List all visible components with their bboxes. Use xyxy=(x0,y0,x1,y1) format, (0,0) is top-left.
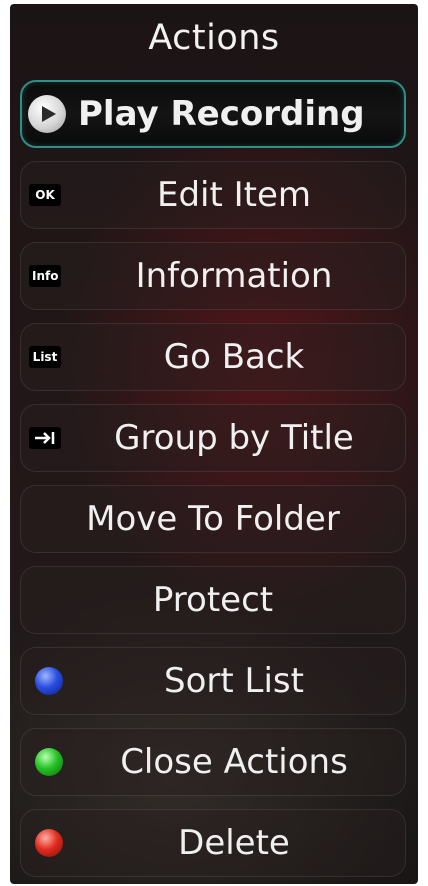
delete-button[interactable]: Delete xyxy=(20,809,406,877)
go-back-button[interactable]: List Go Back xyxy=(20,323,406,391)
item-label: Play Recording xyxy=(78,94,365,134)
green-button-icon xyxy=(35,748,63,776)
item-label: Edit Item xyxy=(156,175,312,215)
item-label: Go Back xyxy=(163,337,305,377)
edit-item-button[interactable]: OK Edit Item xyxy=(20,161,406,229)
item-label: Information xyxy=(135,256,333,296)
protect-button[interactable]: Protect xyxy=(20,566,406,634)
menu-title: Actions xyxy=(148,18,280,58)
close-actions-button[interactable]: Close Actions xyxy=(20,728,406,796)
information-button[interactable]: Info Information xyxy=(20,242,406,310)
item-label: Protect xyxy=(152,580,274,620)
play-recording-button[interactable]: Play Recording xyxy=(20,80,406,148)
group-by-title-button[interactable]: Group by Title xyxy=(20,404,406,472)
blue-button-icon xyxy=(35,667,63,695)
move-to-folder-button[interactable]: Move To Folder xyxy=(20,485,406,553)
tab-arrow-icon xyxy=(29,427,61,449)
info-key-icon: Info xyxy=(29,265,62,287)
ok-key-icon: OK xyxy=(29,184,61,206)
item-label: Sort List xyxy=(164,661,304,701)
sort-list-button[interactable]: Sort List xyxy=(20,647,406,715)
actions-menu: Actions Play Recording OK Edit Item Info… xyxy=(10,4,418,884)
list-key-icon: List xyxy=(29,346,61,368)
play-icon xyxy=(28,95,66,133)
item-label: Delete xyxy=(178,823,290,863)
red-button-icon xyxy=(35,829,63,857)
item-label: Close Actions xyxy=(120,742,348,782)
item-label: Group by Title xyxy=(114,418,354,458)
item-label: Move To Folder xyxy=(86,499,340,539)
